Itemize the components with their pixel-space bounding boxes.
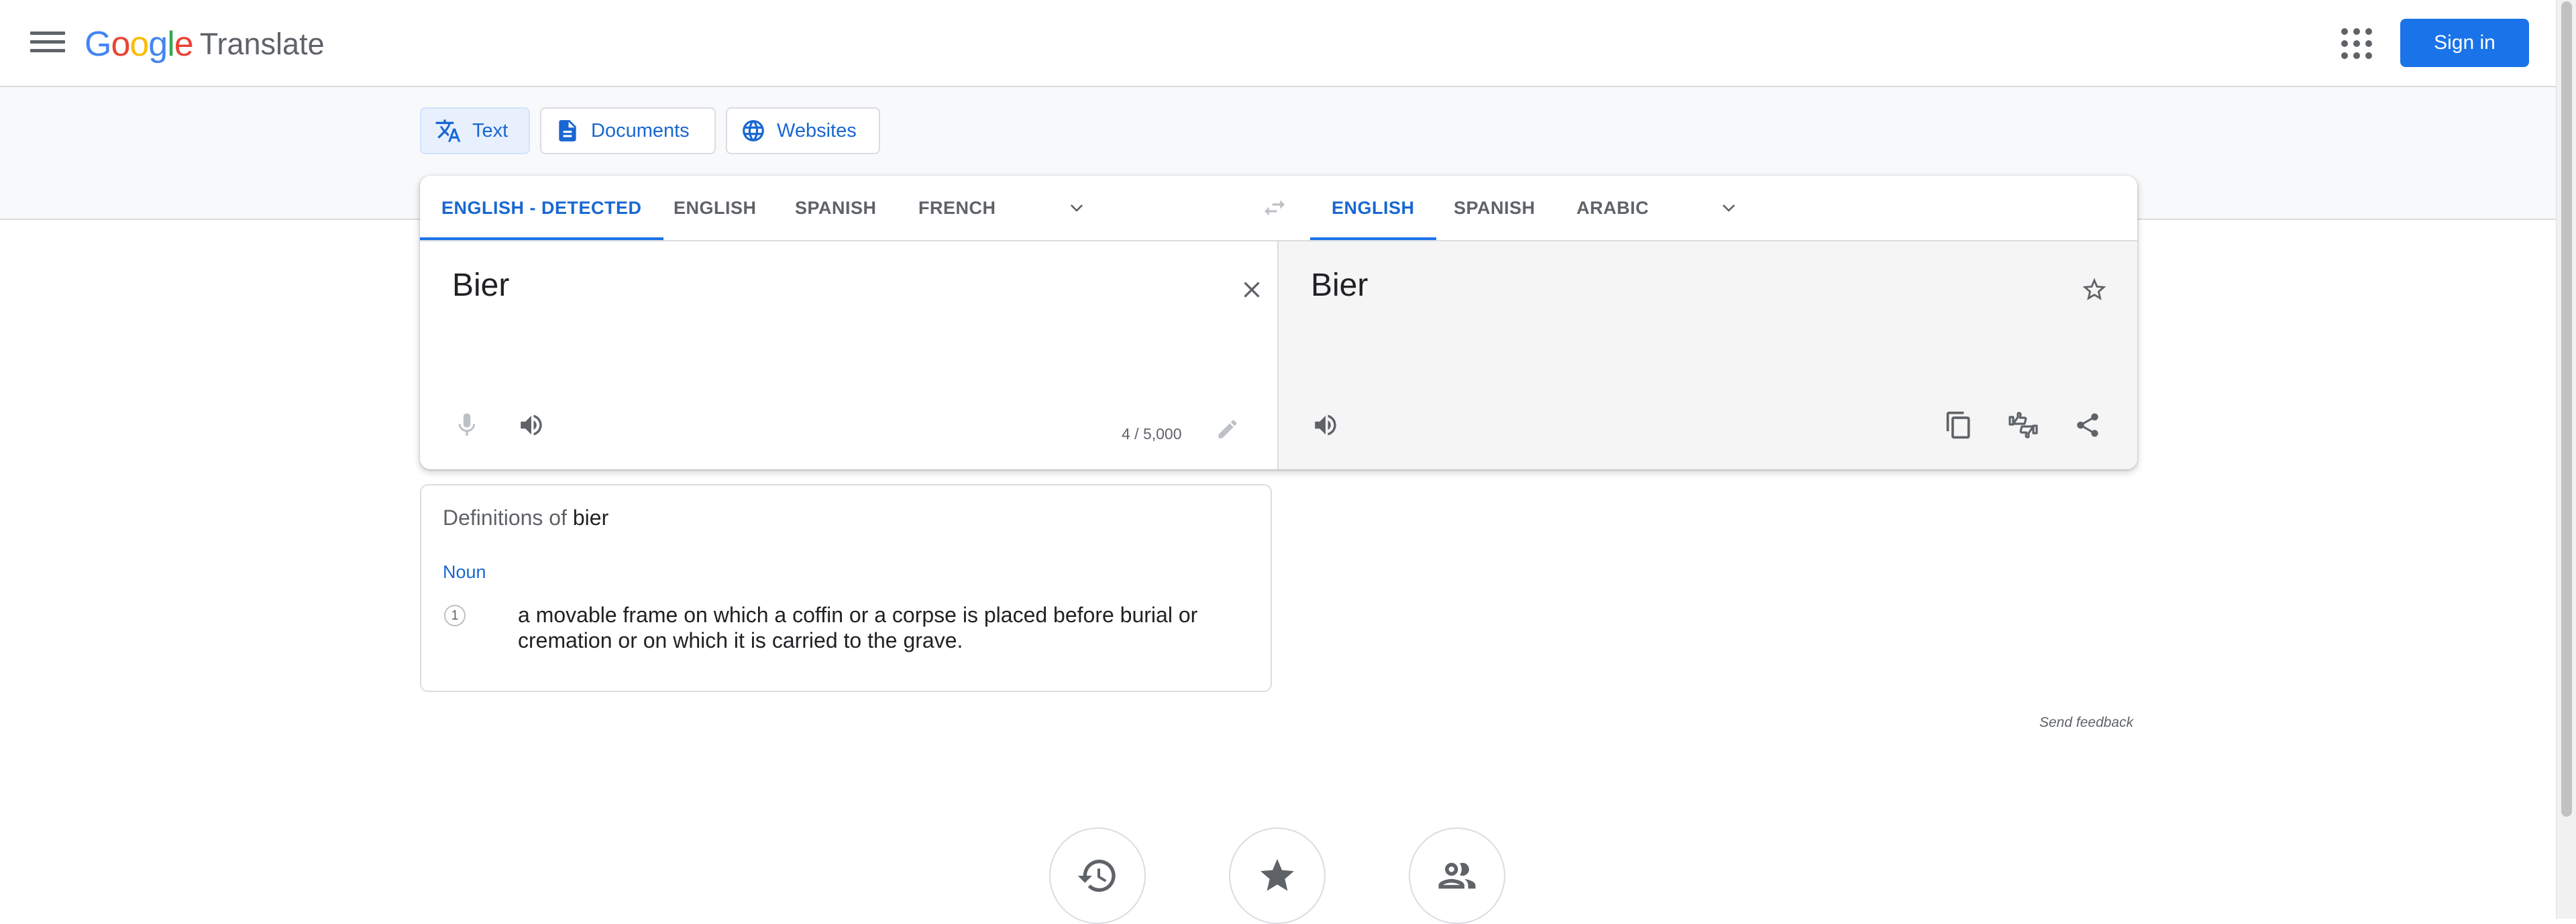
logo-letter: e bbox=[174, 25, 194, 64]
character-counter: 4 / 5,000 bbox=[1122, 425, 1182, 443]
logo-letter: G bbox=[85, 25, 111, 64]
listen-translation-speaker-icon[interactable] bbox=[1307, 406, 1344, 444]
copy-translation-icon[interactable] bbox=[1940, 406, 1978, 444]
target-lang-english-tab[interactable]: ENGLISH bbox=[1310, 176, 1436, 240]
source-lang-french-tab[interactable]: FRENCH bbox=[918, 176, 996, 240]
translated-text: Bier bbox=[1311, 268, 1368, 303]
history-button[interactable] bbox=[1049, 827, 1146, 924]
logo-letter: o bbox=[111, 25, 130, 64]
websites-mode-label: Websites bbox=[777, 119, 857, 141]
logo-letter: l bbox=[167, 25, 175, 64]
source-text[interactable]: Bier bbox=[452, 267, 509, 304]
product-name: Translate bbox=[199, 27, 325, 61]
text-mode-label: Text bbox=[472, 119, 508, 141]
translate-icon bbox=[435, 119, 461, 142]
documents-mode-label: Documents bbox=[591, 119, 690, 141]
language-bar: ENGLISH - DETECTED ENGLISH SPANISH FRENC… bbox=[420, 176, 2137, 241]
definition-text: a movable frame on which a coffin or a c… bbox=[518, 603, 1198, 652]
source-lang-detected-tab[interactable]: ENGLISH - DETECTED bbox=[420, 176, 663, 240]
scrollbar-thumb[interactable] bbox=[2561, 1, 2572, 817]
saved-button[interactable] bbox=[1229, 827, 1326, 924]
websites-mode-button[interactable]: Websites bbox=[726, 107, 880, 154]
swap-languages-icon[interactable] bbox=[1260, 194, 1289, 221]
translate-card: ENGLISH - DETECTED ENGLISH SPANISH FRENC… bbox=[420, 176, 2137, 469]
definitions-card: Definitions of bier Noun 1 a movable fra… bbox=[420, 484, 1272, 692]
community-icon bbox=[1438, 862, 1476, 889]
logo-letter: o bbox=[129, 25, 149, 64]
source-lang-english-tab[interactable]: ENGLISH bbox=[674, 176, 757, 240]
page-scrollbar[interactable] bbox=[2556, 0, 2576, 919]
share-translation-icon[interactable] bbox=[2069, 406, 2106, 444]
documents-mode-button[interactable]: Documents bbox=[540, 107, 716, 154]
save-translation-star-icon[interactable] bbox=[2076, 271, 2113, 308]
text-mode-button[interactable]: Text bbox=[420, 107, 530, 154]
definitions-heading: Definitions of bier bbox=[443, 506, 608, 530]
sign-in-button[interactable]: Sign in bbox=[2400, 19, 2529, 67]
source-lang-spanish-tab[interactable]: SPANISH bbox=[795, 176, 877, 240]
clear-source-close-icon[interactable] bbox=[1233, 271, 1271, 308]
google-apps-icon[interactable] bbox=[2341, 28, 2372, 59]
history-icon bbox=[1077, 860, 1116, 892]
send-feedback-link[interactable]: Send feedback bbox=[2039, 715, 2133, 731]
logo-letter: g bbox=[148, 25, 168, 64]
app-header: Google Translate Sign in bbox=[0, 0, 2556, 87]
rate-translation-thumbs-icon[interactable] bbox=[2004, 406, 2042, 444]
document-icon bbox=[559, 120, 576, 141]
globe-icon bbox=[743, 120, 764, 141]
target-lang-arabic-tab[interactable]: ARABIC bbox=[1576, 176, 1649, 240]
part-of-speech: Noun bbox=[443, 562, 486, 582]
logo-wordmark: Google bbox=[85, 24, 194, 64]
listen-source-speaker-icon[interactable] bbox=[513, 406, 550, 444]
main-menu-icon[interactable] bbox=[30, 26, 65, 60]
more-source-languages-chevron-down-icon[interactable] bbox=[1067, 198, 1087, 217]
definitions-heading-prefix: Definitions of bbox=[443, 506, 567, 530]
definitions-word: bier bbox=[572, 506, 609, 530]
google-translate-logo[interactable]: Google Translate bbox=[85, 23, 325, 66]
star-icon bbox=[1260, 859, 1294, 891]
edit-pencil-icon[interactable] bbox=[1209, 410, 1246, 448]
voice-input-microphone-icon[interactable] bbox=[448, 406, 486, 444]
target-lang-spanish-tab[interactable]: SPANISH bbox=[1454, 176, 1536, 240]
definition-number: 1 bbox=[444, 605, 466, 626]
contribute-button[interactable] bbox=[1409, 827, 1505, 924]
more-target-languages-chevron-down-icon[interactable] bbox=[1719, 198, 1739, 217]
